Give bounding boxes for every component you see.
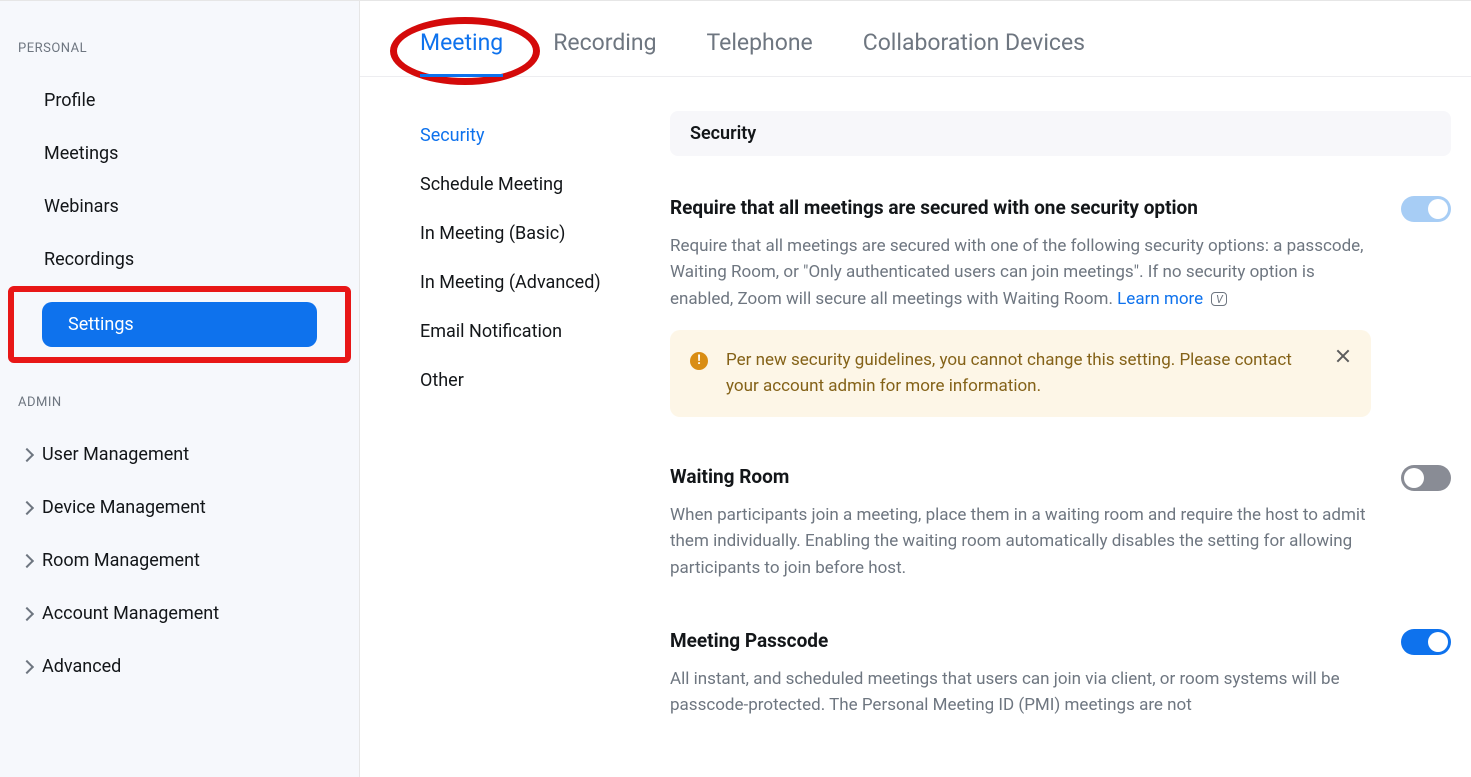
sidebar-item-webinars[interactable]: Webinars bbox=[0, 180, 359, 233]
tab-recording[interactable]: Recording bbox=[553, 29, 656, 76]
sidebar-item-room-management[interactable]: Room Management bbox=[0, 534, 359, 587]
close-icon[interactable] bbox=[1333, 346, 1353, 366]
setting-description: Require that all meetings are secured wi… bbox=[670, 233, 1371, 312]
sidebar-item-profile[interactable]: Profile bbox=[0, 74, 359, 127]
emphasis-box-settings: Settings bbox=[8, 286, 351, 363]
tab-meeting[interactable]: Meeting bbox=[420, 29, 503, 76]
setting-title: Require that all meetings are secured wi… bbox=[670, 196, 1371, 219]
main-content: Meeting Recording Telephone Collaboratio… bbox=[360, 1, 1471, 777]
learn-more-link[interactable]: Learn more bbox=[1117, 289, 1203, 309]
setting-title: Waiting Room bbox=[670, 465, 1371, 488]
toggle-require-security[interactable] bbox=[1401, 196, 1451, 222]
subnav-item-other[interactable]: Other bbox=[420, 356, 650, 405]
toggle-meeting-passcode[interactable] bbox=[1401, 629, 1451, 655]
subnav-item-in-meeting-basic[interactable]: In Meeting (Basic) bbox=[420, 209, 650, 258]
chevron-right-icon bbox=[20, 659, 34, 673]
subnav-item-schedule-meeting[interactable]: Schedule Meeting bbox=[420, 160, 650, 209]
sidebar-item-settings[interactable]: Settings bbox=[24, 296, 335, 353]
setting-title: Meeting Passcode bbox=[670, 629, 1371, 652]
sidebar-item-user-management[interactable]: User Management bbox=[0, 428, 359, 481]
toggle-waiting-room[interactable] bbox=[1401, 465, 1451, 491]
tab-telephone[interactable]: Telephone bbox=[707, 29, 813, 76]
tabs: Meeting Recording Telephone Collaboratio… bbox=[360, 1, 1471, 77]
chevron-right-icon bbox=[20, 606, 34, 620]
sidebar-item-advanced[interactable]: Advanced bbox=[0, 640, 359, 693]
sidebar-item-meetings[interactable]: Meetings bbox=[0, 127, 359, 180]
setting-description: When participants join a meeting, place … bbox=[670, 502, 1371, 581]
sidebar: PERSONAL Profile Meetings Webinars Recor… bbox=[0, 1, 360, 777]
tab-collaboration-devices[interactable]: Collaboration Devices bbox=[863, 29, 1085, 76]
chevron-right-icon bbox=[20, 447, 34, 461]
section-header-security: Security bbox=[670, 111, 1451, 156]
sidebar-section-personal: PERSONAL bbox=[0, 29, 359, 74]
subnav-item-security[interactable]: Security bbox=[420, 111, 650, 160]
sidebar-item-account-management[interactable]: Account Management bbox=[0, 587, 359, 640]
setting-waiting-room: Waiting Room When participants join a me… bbox=[670, 465, 1451, 581]
settings-panel: Security Require that all meetings are s… bbox=[670, 77, 1471, 777]
verified-badge-icon: V bbox=[1211, 292, 1227, 306]
locked-setting-notice: ! Per new security guidelines, you canno… bbox=[670, 330, 1371, 417]
sidebar-section-admin: ADMIN bbox=[0, 383, 359, 428]
sidebar-item-device-management[interactable]: Device Management bbox=[0, 481, 359, 534]
sidebar-item-recordings[interactable]: Recordings bbox=[0, 233, 359, 286]
subnav-item-email-notification[interactable]: Email Notification bbox=[420, 307, 650, 356]
settings-subnav: Security Schedule Meeting In Meeting (Ba… bbox=[360, 77, 670, 777]
subnav-item-in-meeting-advanced[interactable]: In Meeting (Advanced) bbox=[420, 258, 650, 307]
setting-meeting-passcode: Meeting Passcode All instant, and schedu… bbox=[670, 629, 1451, 719]
chevron-right-icon bbox=[20, 500, 34, 514]
setting-require-security: Require that all meetings are secured wi… bbox=[670, 196, 1451, 417]
warning-icon: ! bbox=[690, 352, 708, 370]
chevron-right-icon bbox=[20, 553, 34, 567]
setting-description: All instant, and scheduled meetings that… bbox=[670, 666, 1371, 719]
